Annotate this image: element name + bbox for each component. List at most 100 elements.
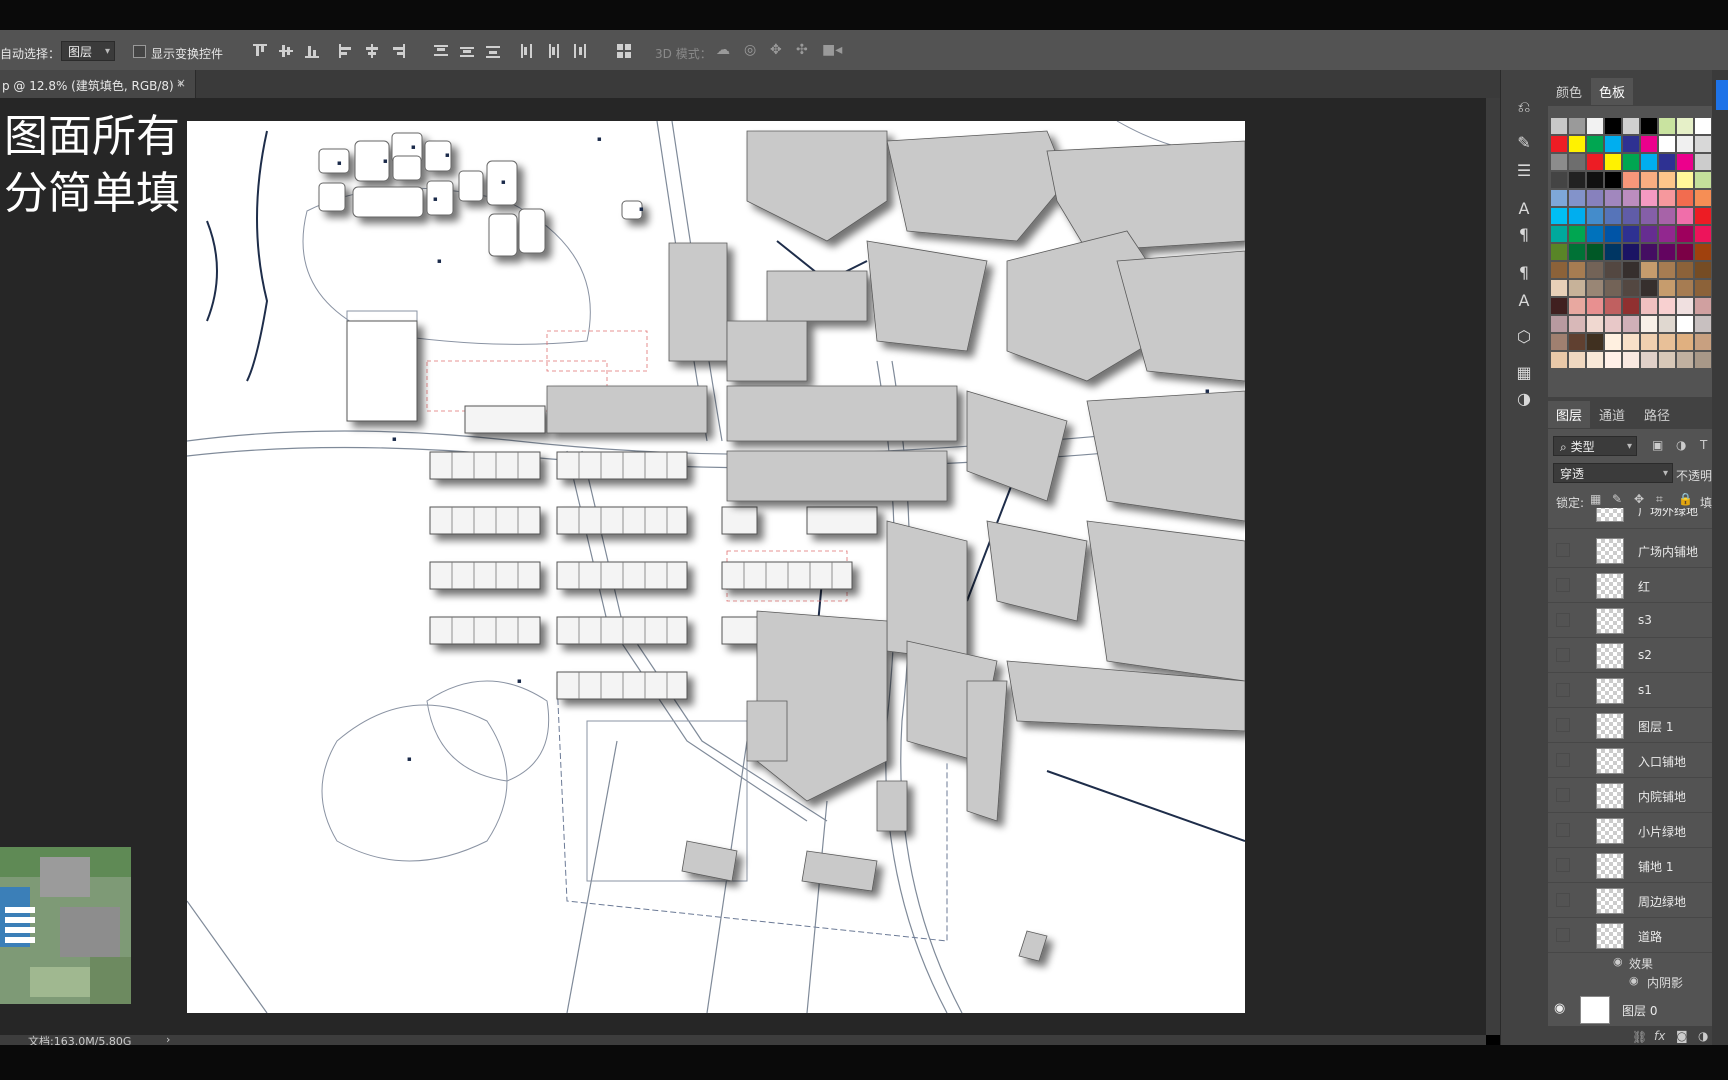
color-swatch[interactable] [1605,244,1621,260]
swatch-grid[interactable] [1551,118,1711,370]
color-swatch[interactable] [1569,244,1585,260]
color-swatch[interactable] [1569,298,1585,314]
tab-color[interactable]: 颜色 [1548,78,1590,105]
color-swatch[interactable] [1551,244,1567,260]
filter-adjustment-icon[interactable]: ◑ [1676,438,1686,452]
color-swatch[interactable] [1551,280,1567,296]
color-swatch[interactable] [1569,154,1585,170]
visibility-toggle[interactable] [1556,753,1570,767]
color-swatch[interactable] [1569,334,1585,350]
color-swatch[interactable] [1569,118,1585,134]
color-swatch[interactable] [1695,334,1711,350]
visibility-eye-icon[interactable]: ◉ [1554,1001,1565,1016]
filter-type-icon[interactable]: T [1700,438,1707,452]
color-swatch[interactable] [1659,118,1675,134]
color-swatch[interactable] [1605,154,1621,170]
color-swatch[interactable] [1623,118,1639,134]
color-swatch[interactable] [1623,190,1639,206]
color-swatch[interactable] [1641,172,1657,188]
color-swatch[interactable] [1695,118,1711,134]
libraries-icon[interactable]: ▦ [1513,362,1535,384]
lock-transparent-icon[interactable]: ▦ [1590,492,1601,506]
color-swatch[interactable] [1623,154,1639,170]
color-swatch[interactable] [1641,208,1657,224]
layer-row[interactable]: 铺地 1 [1548,848,1712,883]
color-swatch[interactable] [1641,244,1657,260]
color-swatch[interactable] [1605,262,1621,278]
color-swatch[interactable] [1569,352,1585,368]
layer-row[interactable]: 周边绿地 [1548,883,1712,918]
color-swatch[interactable] [1623,172,1639,188]
color-swatch[interactable] [1623,298,1639,314]
color-swatch[interactable] [1569,316,1585,332]
distribute-hcenter-icon[interactable] [546,44,560,58]
character-icon[interactable]: A [1513,198,1535,220]
color-swatch[interactable] [1695,280,1711,296]
color-swatch[interactable] [1551,118,1567,134]
character-style-icon[interactable]: A [1513,290,1535,312]
adjustments-icon[interactable]: ☰ [1513,160,1535,182]
3d-slide-icon[interactable]: ✣ [796,42,808,58]
inner-shadow-eye-icon[interactable]: ◉ [1629,974,1639,987]
link-layers-icon[interactable]: ⛓ [1632,1030,1647,1044]
paragraph-icon[interactable]: ¶ [1513,224,1535,246]
color-swatch[interactable] [1695,136,1711,152]
tab-layers[interactable]: 图层 [1548,401,1591,428]
color-swatch[interactable] [1695,172,1711,188]
color-swatch[interactable] [1641,352,1657,368]
color-swatch[interactable] [1569,226,1585,242]
vertical-scrollbar[interactable] [1486,98,1500,1035]
color-swatch[interactable] [1623,352,1639,368]
properties-icon[interactable]: ◑ [1513,388,1535,410]
color-swatch[interactable] [1587,118,1603,134]
color-swatch[interactable] [1677,244,1693,260]
layer-row[interactable]: s1 [1548,673,1712,708]
color-swatch[interactable] [1659,244,1675,260]
color-swatch[interactable] [1677,334,1693,350]
color-swatch[interactable] [1677,208,1693,224]
layer-row-partial[interactable]: 广场外绿地 [1548,508,1712,529]
color-swatch[interactable] [1605,334,1621,350]
color-swatch[interactable] [1623,316,1639,332]
color-swatch[interactable] [1623,136,1639,152]
color-swatch[interactable] [1569,190,1585,206]
blend-mode-dropdown[interactable]: 穿透 [1553,463,1673,484]
color-swatch[interactable] [1605,298,1621,314]
color-swatch[interactable] [1695,226,1711,242]
brush-preset-icon[interactable]: ✎ [1513,132,1535,154]
distribute-left-icon[interactable] [520,44,534,58]
color-swatch[interactable] [1569,136,1585,152]
color-swatch[interactable] [1641,316,1657,332]
color-swatch[interactable] [1641,136,1657,152]
color-swatch[interactable] [1605,352,1621,368]
layer-row[interactable]: 道路 [1548,918,1712,953]
color-swatch[interactable] [1569,208,1585,224]
color-swatch[interactable] [1605,118,1621,134]
visibility-toggle[interactable] [1556,683,1570,697]
color-swatch[interactable] [1551,316,1567,332]
color-swatch[interactable] [1551,262,1567,278]
color-swatch[interactable] [1659,334,1675,350]
color-swatch[interactable] [1587,244,1603,260]
color-swatch[interactable] [1695,154,1711,170]
document-canvas[interactable]: ▪ ▪ ▪ ▪ ▪ ▪ ▪ ▪ ▪ ▪ ▪ ▪ ▪ [187,121,1245,1013]
align-vcenter-icon[interactable] [279,44,293,58]
color-swatch[interactable] [1641,262,1657,278]
color-swatch[interactable] [1659,352,1675,368]
color-swatch[interactable] [1659,298,1675,314]
color-swatch[interactable] [1551,334,1567,350]
color-swatch[interactable] [1677,316,1693,332]
color-swatch[interactable] [1641,118,1657,134]
color-swatch[interactable] [1587,280,1603,296]
color-swatch[interactable] [1695,352,1711,368]
color-swatch[interactable] [1605,316,1621,332]
color-swatch[interactable] [1587,226,1603,242]
visibility-toggle[interactable] [1556,823,1570,837]
color-swatch[interactable] [1605,226,1621,242]
color-swatch[interactable] [1551,154,1567,170]
color-swatch[interactable] [1569,262,1585,278]
auto-align-icon[interactable] [617,44,631,58]
color-swatch[interactable] [1551,190,1567,206]
color-swatch[interactable] [1551,226,1567,242]
color-swatch[interactable] [1695,190,1711,206]
